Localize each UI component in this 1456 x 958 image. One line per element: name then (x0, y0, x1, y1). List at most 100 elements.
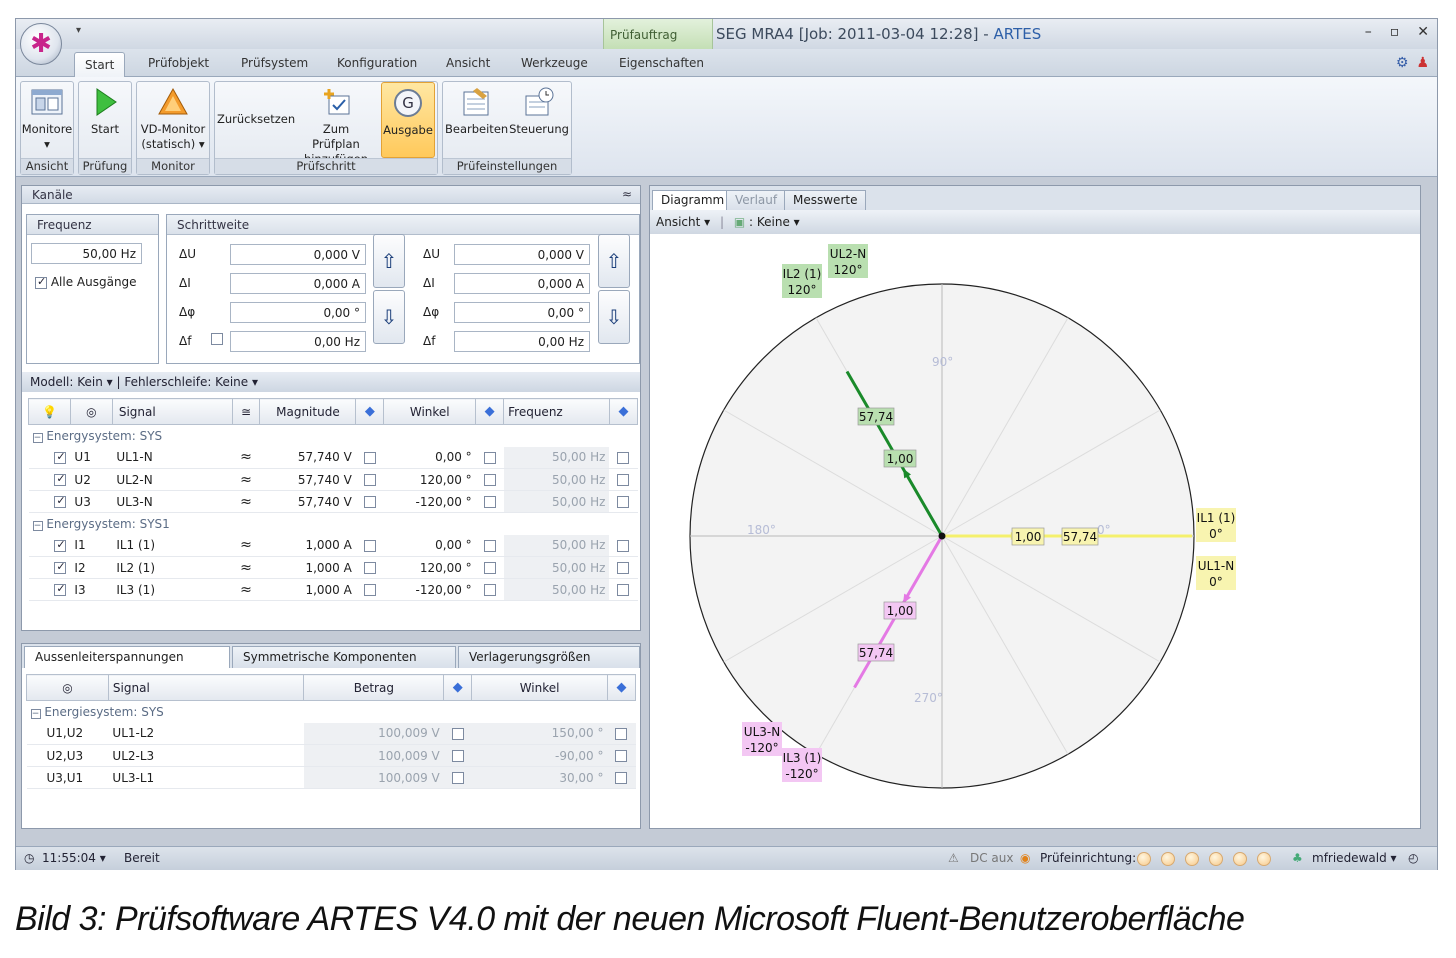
col-target-icon[interactable]: ◎ (26, 674, 109, 701)
all-outputs-checkbox[interactable] (35, 275, 47, 289)
table-row[interactable]: U1 UL1-N ≈ 57,740 V 0,00 ° 50,00 Hz (28, 446, 638, 469)
magnitude-checkbox[interactable] (363, 584, 376, 596)
frequency-checkbox[interactable] (617, 539, 630, 552)
start-button[interactable]: Start (79, 82, 131, 158)
model-fault-loop-bar[interactable]: Modell: Kein ▾ | Fehlerschleife: Keine ▾ (22, 372, 640, 392)
tab-pruefobjekt[interactable]: Prüfobjekt (148, 56, 209, 70)
step-up-button-right[interactable]: ⇧ (598, 234, 630, 288)
step-df-checkbox[interactable] (211, 333, 223, 345)
tab-start[interactable]: Start (74, 52, 126, 78)
table-row[interactable]: U3 UL3-N ≈ 57,740 V -120,00 ° 50,00 Hz (28, 490, 638, 513)
angle-checkbox[interactable] (483, 474, 496, 486)
frequency-checkbox[interactable] (617, 496, 630, 508)
magnitude-checkbox[interactable] (363, 562, 376, 574)
expand-icon[interactable]: − (32, 432, 43, 443)
user-icon[interactable]: ♟ (1416, 55, 1429, 71)
sort-icon[interactable]: ◆ (475, 398, 505, 425)
table-group-row[interactable]: − Energiesystem: SYS (27, 701, 636, 723)
step-dphi-input-2[interactable]: 0,00 ° (454, 302, 590, 323)
col-signal[interactable]: Signal (111, 398, 233, 425)
angle-checkbox[interactable] (615, 772, 628, 784)
magnitude-cell[interactable]: 57,740 V (259, 490, 356, 513)
angle-checkbox[interactable] (483, 451, 496, 464)
table-row[interactable]: U1,U2 UL1-L2 100,009 V 150,00 ° (26, 722, 636, 745)
step-du-input-2[interactable]: 0,000 V (454, 244, 590, 265)
enable-checkbox[interactable] (54, 472, 67, 486)
angle-cell[interactable]: -120,00 ° (383, 490, 476, 513)
bearbeiten-button[interactable]: Bearbeiten (445, 82, 508, 158)
status-time[interactable]: 11:55:04 ▾ (42, 851, 106, 865)
col-signal[interactable]: Signal (107, 674, 305, 701)
tab-ansicht[interactable]: Ansicht (446, 56, 490, 70)
sort-icon[interactable]: ◆ (606, 674, 637, 701)
angle-checkbox[interactable] (615, 750, 628, 762)
vd-monitor-button[interactable]: VD-Monitor (statisch) ▾ (137, 82, 209, 158)
col-angle[interactable]: Winkel (383, 398, 477, 425)
step-du-input[interactable]: 0,000 V (230, 244, 366, 265)
magnitude-cell[interactable]: 57,740 V (259, 468, 356, 491)
angle-cell[interactable]: -120,00 ° (383, 578, 476, 601)
step-di-input[interactable]: 0,000 A (230, 273, 366, 294)
close-button[interactable]: ✕ (1417, 24, 1429, 40)
zum-pruefplan-button[interactable]: Zum Prüfplanhinzufügen (299, 82, 373, 166)
tab-werkzeuge[interactable]: Werkzeuge (521, 56, 588, 70)
col-bulb-icon[interactable]: 💡 (28, 398, 71, 425)
angle-cell[interactable]: 0,00 ° (383, 446, 476, 469)
angle-cell[interactable]: 120,00 ° (383, 556, 476, 579)
col-betrag[interactable]: Betrag (303, 674, 445, 701)
sort-icon[interactable]: ◆ (355, 398, 385, 425)
monitore-button[interactable]: Monitore ▾ (21, 82, 73, 158)
frequency-checkbox[interactable] (617, 474, 630, 486)
step-dphi-input[interactable]: 0,00 ° (230, 302, 366, 323)
enable-checkbox[interactable] (54, 582, 67, 596)
status-user[interactable]: mfriedewald ▾ (1312, 851, 1397, 865)
frequency-checkbox[interactable] (617, 584, 630, 596)
tab-verlagerungsgroessen[interactable]: Verlagerungsgrößen (458, 646, 640, 668)
magnitude-checkbox[interactable] (363, 451, 376, 464)
tab-verlauf[interactable]: Verlauf (726, 190, 787, 210)
ausgabe-button[interactable]: G Ausgabe (381, 82, 435, 158)
tab-konfiguration[interactable]: Konfiguration (337, 56, 417, 70)
tab-symmetrische-komponenten[interactable]: Symmetrische Komponenten (232, 646, 456, 668)
magnitude-cell[interactable]: 1,000 A (259, 534, 356, 557)
step-df-input[interactable]: 0,00 Hz (230, 331, 366, 352)
table-row[interactable]: U3,U1 UL3-L1 100,009 V 30,00 ° (26, 766, 636, 789)
col-winkel[interactable]: Winkel (471, 674, 608, 701)
tab-diagramm[interactable]: Diagramm (652, 190, 734, 210)
amount-checkbox[interactable] (451, 772, 464, 784)
step-down-button-right[interactable]: ⇩ (598, 290, 630, 344)
restore-button[interactable]: ▫ (1390, 24, 1400, 40)
angle-checkbox[interactable] (615, 727, 628, 740)
table-row[interactable]: U2 UL2-N ≈ 57,740 V 120,00 ° 50,00 Hz (28, 468, 638, 491)
expand-icon[interactable]: − (32, 520, 43, 531)
view-dropdown[interactable]: Ansicht ▾ (656, 215, 710, 229)
sort-icon[interactable]: ◆ (443, 674, 473, 701)
sort-icon[interactable]: ◆ (608, 398, 639, 425)
enable-checkbox[interactable] (54, 538, 67, 552)
step-df-input-2[interactable]: 0,00 Hz (454, 331, 590, 352)
table-row[interactable]: I2 IL2 (1) ≈ 1,000 A 120,00 ° 50,00 Hz (28, 556, 638, 579)
amount-checkbox[interactable] (451, 750, 464, 762)
angle-checkbox[interactable] (483, 584, 496, 596)
col-target-icon[interactable]: ◎ (69, 398, 113, 425)
angle-cell[interactable]: 120,00 ° (383, 468, 476, 491)
zuruecksetzen-button[interactable]: Zurücksetzen (217, 82, 295, 158)
collapse-icon[interactable]: ≈ (622, 187, 632, 201)
tab-messwerte[interactable]: Messwerte (784, 190, 867, 210)
tab-pruefsystem[interactable]: Prüfsystem (241, 56, 308, 70)
col-frequency[interactable]: Frequenz (503, 398, 610, 425)
table-row[interactable]: I1 IL1 (1) ≈ 1,000 A 0,00 ° 50,00 Hz (28, 534, 638, 557)
magnitude-checkbox[interactable] (363, 539, 376, 552)
frequency-input[interactable]: 50,00 Hz (31, 243, 142, 264)
angle-cell[interactable]: 0,00 ° (383, 534, 476, 557)
magnitude-checkbox[interactable] (363, 474, 376, 486)
col-wave-icon[interactable]: ≅ (231, 398, 261, 425)
step-down-button-left[interactable]: ⇩ (373, 290, 405, 344)
magnitude-checkbox[interactable] (363, 496, 376, 508)
step-di-input-2[interactable]: 0,000 A (454, 273, 590, 294)
enable-checkbox[interactable] (54, 450, 67, 464)
application-menu-button[interactable]: ✱ (20, 23, 62, 65)
table-row[interactable]: I3 IL3 (1) ≈ 1,000 A -120,00 ° 50,00 Hz (28, 578, 638, 601)
steuerung-button[interactable]: Steuerung (507, 82, 571, 158)
col-magnitude[interactable]: Magnitude (259, 398, 357, 425)
